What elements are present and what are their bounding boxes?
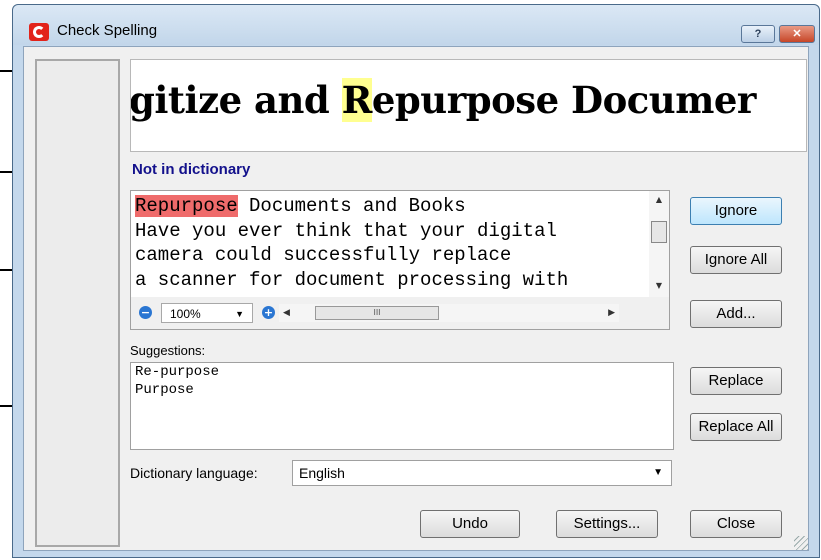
context-line-rest: Documents and Books xyxy=(237,195,466,217)
preview-highlight: R xyxy=(341,78,372,122)
suggestions-list[interactable]: Re-purpose Purpose xyxy=(130,362,674,450)
status-label: Not in dictionary xyxy=(132,161,251,178)
settings-button[interactable]: Settings... xyxy=(556,510,658,538)
image-preview: gitize and Repurpose Documer xyxy=(130,59,807,152)
replace-button[interactable]: Replace xyxy=(690,367,782,395)
preview-text: gitize and Repurpose Documer xyxy=(130,78,757,122)
scroll-right-icon[interactable]: ▶ xyxy=(608,304,615,322)
title-bar[interactable]: Check Spelling ? ✕ xyxy=(13,5,819,45)
context-lines: Repurpose Documents and Books Have you e… xyxy=(135,194,568,292)
horizontal-scroll-thumb[interactable]: III xyxy=(315,306,439,320)
replace-all-button[interactable]: Replace All xyxy=(690,413,782,441)
dictionary-language-select[interactable]: English ▼ xyxy=(292,460,672,486)
horizontal-scrollbar[interactable]: ◀ III ▶ xyxy=(279,304,619,322)
zoom-value: 100% xyxy=(170,307,201,321)
scroll-up-icon[interactable]: ▲ xyxy=(649,193,669,207)
dialog-client-area: gitize and Repurpose Documer Not in dict… xyxy=(23,46,809,551)
zoom-out-icon[interactable]: − xyxy=(139,306,152,319)
ignore-all-button[interactable]: Ignore All xyxy=(690,246,782,274)
resize-grip[interactable] xyxy=(794,536,808,550)
app-logo-icon xyxy=(29,23,49,41)
list-item[interactable]: Re-purpose xyxy=(131,363,673,381)
context-line: camera could successfully replace xyxy=(135,244,512,266)
close-button[interactable]: Close xyxy=(690,510,782,538)
chevron-down-icon: ▼ xyxy=(653,467,663,478)
undo-button[interactable]: Undo xyxy=(420,510,520,538)
context-text-box[interactable]: Repurpose Documents and Books Have you e… xyxy=(130,190,670,330)
vertical-scrollbar[interactable]: ▲ ▼ xyxy=(649,191,669,297)
ignore-button[interactable]: Ignore xyxy=(690,197,782,225)
add-button[interactable]: Add... xyxy=(690,300,782,328)
window-title: Check Spelling xyxy=(57,22,158,39)
check-spelling-dialog: Check Spelling ? ✕ gitize and Repurpose … xyxy=(12,4,820,558)
context-line: Have you ever think that your digital xyxy=(135,219,557,242)
window-close-button[interactable]: ✕ xyxy=(779,25,815,43)
left-panel xyxy=(35,59,120,547)
preview-text-before: gitize and xyxy=(130,78,342,122)
context-line: a scanner for document processing with xyxy=(135,268,569,291)
context-line: Repurpose Documents and Books xyxy=(135,194,568,219)
preview-text-after: epurpose Documer xyxy=(371,78,757,122)
chevron-down-icon: ▼ xyxy=(235,309,244,319)
scroll-down-icon[interactable]: ▼ xyxy=(649,279,669,293)
help-button[interactable]: ? xyxy=(741,25,775,43)
vertical-scroll-thumb[interactable] xyxy=(651,221,667,243)
dictionary-language-label: Dictionary language: xyxy=(130,465,258,481)
zoom-bar: − 100% ▼ + ◀ III ▶ xyxy=(131,297,669,329)
suggestions-label: Suggestions: xyxy=(130,343,206,358)
list-item[interactable]: Purpose xyxy=(131,381,673,399)
zoom-select[interactable]: 100% ▼ xyxy=(161,303,253,323)
zoom-in-icon[interactable]: + xyxy=(262,306,275,319)
error-word[interactable]: Repurpose xyxy=(135,195,238,217)
dictionary-language-value: English xyxy=(299,465,345,481)
scroll-left-icon[interactable]: ◀ xyxy=(283,304,290,322)
